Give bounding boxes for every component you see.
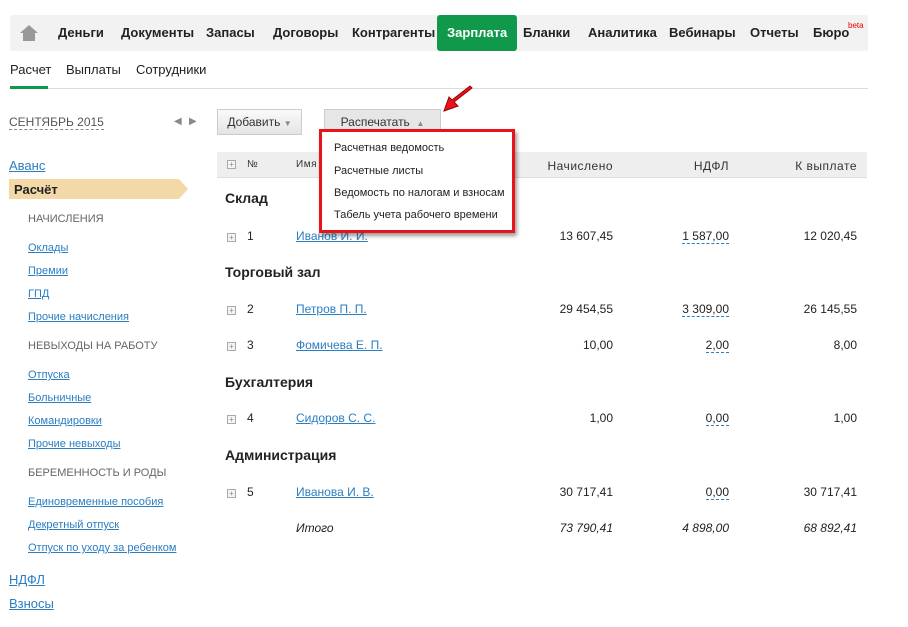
sidebar-vznosy[interactable]: Взносы: [9, 596, 54, 611]
sidebar-link[interactable]: Декретный отпуск: [28, 519, 119, 531]
nav-buro[interactable]: Бюро: [813, 15, 849, 51]
sidebar-raschet-label: Расчёт: [14, 182, 58, 197]
sidebar-link[interactable]: Больничные: [28, 392, 91, 404]
group-buhgalteriya: Бухгалтерия: [225, 374, 314, 390]
home-icon[interactable]: [20, 25, 38, 41]
row-num: 2: [247, 302, 254, 316]
sidebar-avans[interactable]: Аванс: [9, 158, 45, 173]
prev-period-icon[interactable]: ◀: [174, 116, 182, 127]
row-num: 4: [247, 411, 254, 425]
nav-vebinary[interactable]: Вебинары: [669, 15, 736, 51]
employee-link[interactable]: Иванова И. В.: [296, 485, 374, 499]
sidebar-link[interactable]: Командировки: [28, 415, 102, 427]
employee-link[interactable]: Фомичева Е. П.: [296, 338, 383, 352]
active-arrow: [179, 179, 188, 199]
print-dropdown-menu: Расчетная ведомость Расчетные листы Ведо…: [319, 129, 515, 233]
row-ndfl[interactable]: 3 309,00: [682, 302, 729, 317]
caption-nevyhody: НЕВЫХОДЫ НА РАБОТУ: [28, 340, 158, 352]
col-nachisleno: Начислено: [547, 159, 613, 173]
col-ndfl: НДФЛ: [693, 159, 729, 173]
row-k-vyplate: 8,00: [833, 338, 857, 352]
sidebar-link[interactable]: ГПД: [28, 288, 49, 300]
col-num: №: [247, 159, 259, 170]
menu-item-tabel[interactable]: Табель учета рабочего времени: [334, 209, 498, 221]
row-nachisleno: 10,00: [582, 338, 613, 352]
caption-beremennost: БЕРЕМЕННОСТЬ И РОДЫ: [28, 467, 167, 479]
menu-item-vedomost-nalogi[interactable]: Ведомость по налогам и взносам: [334, 187, 505, 199]
row-num: 1: [247, 229, 254, 243]
print-label: Распечатать: [340, 115, 410, 129]
expand-row-icon[interactable]: +: [227, 415, 236, 424]
sidebar-link[interactable]: Отпуск по уходу за ребенком: [28, 542, 176, 554]
nav-otchety[interactable]: Отчеты: [750, 15, 799, 51]
row-num: 5: [247, 485, 254, 499]
row-nachisleno: 29 454,55: [559, 302, 613, 316]
row-ndfl[interactable]: 2,00: [705, 338, 729, 353]
sidebar-link[interactable]: Премии: [28, 265, 68, 277]
red-arrow-annotation: [443, 85, 473, 112]
nav-zapasy[interactable]: Запасы: [206, 15, 255, 51]
chevron-down-icon: ▼: [283, 119, 292, 128]
row-nachisleno: 1,00: [589, 411, 613, 425]
row-k-vyplate: 1,00: [833, 411, 857, 425]
sidebar-link[interactable]: Прочие невыходы: [28, 438, 120, 450]
row-k-vyplate: 26 145,55: [803, 302, 857, 316]
col-k-vyplate: К выплате: [795, 159, 857, 173]
tab-vyplaty[interactable]: Выплаты: [66, 62, 121, 77]
main-nav: Деньги Документы Запасы Договоры Контраг…: [10, 15, 868, 51]
nav-analitika[interactable]: Аналитика: [588, 15, 657, 51]
nav-documents[interactable]: Документы: [121, 15, 194, 51]
total-ndfl: 4 898,00: [682, 521, 729, 535]
row-ndfl[interactable]: 1 587,00: [682, 229, 729, 244]
divider: [10, 88, 868, 89]
menu-item-raschetnye-listy[interactable]: Расчетные листы: [334, 165, 423, 177]
sidebar-link[interactable]: Оклады: [28, 242, 68, 254]
row-num: 3: [247, 338, 254, 352]
period-selector[interactable]: СЕНТЯБРЬ 2015: [9, 115, 104, 130]
next-period-icon[interactable]: ▶: [189, 116, 197, 127]
total-label: Итого: [296, 521, 334, 535]
expand-row-icon[interactable]: +: [227, 233, 236, 242]
col-name: Имя: [296, 159, 317, 170]
row-k-vyplate: 30 717,41: [803, 485, 857, 499]
add-button[interactable]: Добавить ▼: [217, 109, 302, 135]
active-tab-indicator: [10, 86, 48, 89]
nav-dogovory[interactable]: Договоры: [273, 15, 338, 51]
chevron-up-icon: ▲: [416, 119, 425, 128]
sidebar-ndfl[interactable]: НДФЛ: [9, 572, 45, 587]
group-torgovy-zal: Торговый зал: [225, 264, 321, 280]
row-nachisleno: 30 717,41: [559, 485, 613, 499]
expand-row-icon[interactable]: +: [227, 306, 236, 315]
total-k-vyplate: 68 892,41: [803, 521, 857, 535]
row-k-vyplate: 12 020,45: [803, 229, 857, 243]
nav-dengi[interactable]: Деньги: [58, 15, 104, 51]
tab-raschet[interactable]: Расчет: [10, 62, 51, 77]
expand-all-icon[interactable]: +: [227, 160, 236, 169]
sidebar-link[interactable]: Отпуска: [28, 369, 70, 381]
group-administraciya: Администрация: [225, 447, 337, 463]
caption-nachisleniya: НАЧИСЛЕНИЯ: [28, 213, 104, 225]
total-nachisleno: 73 790,41: [559, 521, 613, 535]
employee-link[interactable]: Сидоров С. С.: [296, 411, 375, 425]
group-sklad: Склад: [225, 190, 268, 206]
menu-item-raschetnaya-vedomost[interactable]: Расчетная ведомость: [334, 142, 444, 154]
nav-kontragenty[interactable]: Контрагенты: [352, 15, 435, 51]
add-label: Добавить: [227, 115, 281, 129]
expand-row-icon[interactable]: +: [227, 342, 236, 351]
employee-link[interactable]: Петров П. П.: [296, 302, 367, 316]
row-ndfl[interactable]: 0,00: [705, 485, 729, 500]
sidebar-link[interactable]: Прочие начисления: [28, 311, 129, 323]
nav-zarplata[interactable]: Зарплата: [437, 15, 518, 51]
tab-sotrudniki[interactable]: Сотрудники: [136, 62, 206, 77]
expand-row-icon[interactable]: +: [227, 489, 236, 498]
beta-badge: beta: [848, 21, 864, 30]
sidebar-link[interactable]: Единовременные пособия: [28, 496, 163, 508]
row-ndfl[interactable]: 0,00: [705, 411, 729, 426]
nav-blanki[interactable]: Бланки: [523, 15, 570, 51]
